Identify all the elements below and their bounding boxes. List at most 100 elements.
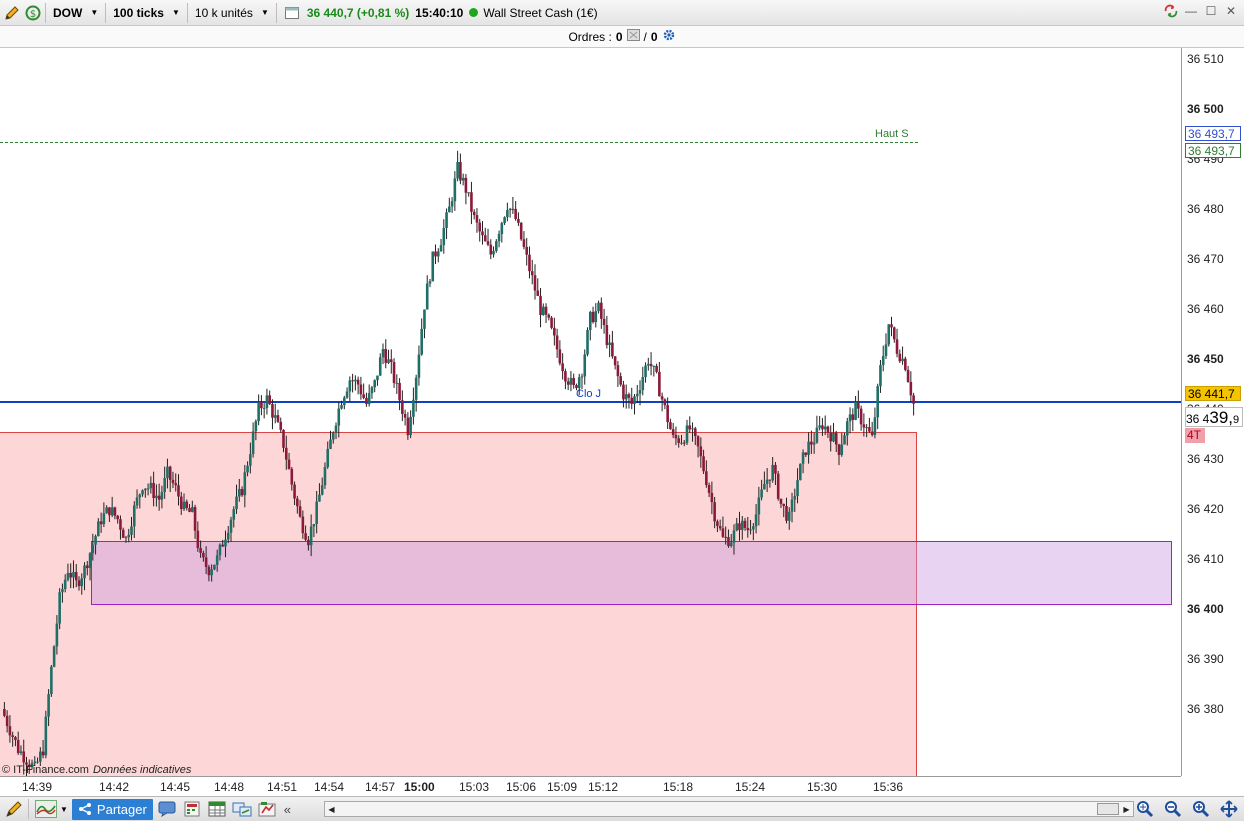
share-button[interactable]: Partager	[71, 798, 153, 820]
candle-up	[793, 496, 797, 500]
dollar-refresh-icon[interactable]: $	[24, 4, 42, 22]
candle-down	[221, 544, 225, 547]
price-axis-label: 36 420	[1187, 502, 1224, 516]
candle-down	[196, 530, 200, 549]
expand-icon[interactable]	[1218, 799, 1240, 819]
interval-dropdown[interactable]: 100 ticks ▼	[109, 3, 184, 23]
units-dropdown[interactable]: 10 k unités ▼	[191, 3, 273, 23]
candle-up	[431, 251, 435, 282]
candle-down	[525, 246, 529, 255]
candle-up	[840, 444, 844, 455]
candle-down	[74, 571, 78, 581]
candle-down	[669, 422, 672, 430]
price-chart[interactable]: Haut S Clo J © IT-Finance.com Données ind…	[0, 48, 1181, 776]
candle-up	[50, 666, 53, 695]
candle-up	[141, 490, 144, 495]
candle-up	[873, 417, 877, 435]
candle-down	[279, 421, 283, 430]
candle-up	[647, 363, 650, 366]
window-icon[interactable]	[283, 4, 301, 22]
chat-icon[interactable]	[156, 799, 178, 819]
table-grid-icon[interactable]	[206, 799, 228, 819]
candle-down	[41, 751, 45, 756]
sync-arrows-icon[interactable]	[1164, 4, 1178, 18]
candle-down	[389, 359, 393, 363]
copyright-notice: © IT-Finance.com Données indicatives	[2, 764, 191, 776]
candle-down	[359, 384, 363, 395]
candle-down	[539, 295, 542, 316]
candle-up	[395, 382, 399, 384]
price-axis-label: 36 410	[1187, 552, 1224, 566]
candle-down	[384, 349, 388, 363]
time-scrollbar[interactable]: ◀ ▶	[324, 801, 1134, 817]
candle-up	[320, 485, 324, 495]
screens-icon[interactable]	[231, 799, 253, 819]
candle-down	[821, 425, 824, 430]
candle-down	[284, 447, 288, 460]
candle-up	[315, 501, 318, 524]
separator	[105, 2, 107, 23]
candle-up	[138, 494, 142, 498]
time-axis-label: 14:57	[365, 780, 396, 794]
candle-down	[14, 737, 17, 740]
chevron-down-icon[interactable]: ▼	[60, 805, 68, 814]
gear-icon[interactable]	[662, 28, 676, 45]
candle-up	[130, 526, 133, 535]
candle-down	[851, 414, 855, 420]
time-axis-label: 15:18	[663, 780, 694, 794]
candle-up	[495, 241, 498, 251]
price-axis-label: 36 380	[1187, 702, 1224, 716]
candle-down	[188, 508, 191, 512]
candle-down	[464, 177, 468, 193]
close-icon[interactable]: ✕	[1224, 4, 1238, 18]
market-open-status-icon	[469, 8, 479, 17]
bottom-toolbar: ▼ Partager « ◀ ▶	[0, 796, 1244, 821]
collapse-left-icon[interactable]: «	[284, 802, 291, 817]
orders-summary: Ordres : 0 / 0	[568, 28, 675, 45]
candle-up	[735, 523, 739, 531]
candle-down	[287, 459, 291, 469]
zoom-out-icon[interactable]	[1162, 799, 1184, 819]
candle-up	[163, 478, 166, 492]
calculator-icon[interactable]	[181, 799, 203, 819]
time-axis[interactable]: 14:39 14:42 14:45 14:48 14:51 14:54 14:57 15:00…	[0, 776, 1181, 796]
time-axis-label: 15:03	[459, 780, 490, 794]
candle-down	[475, 215, 479, 223]
candle-up	[754, 514, 758, 527]
zoom-fit-icon[interactable]	[1134, 799, 1156, 819]
candle-up	[348, 380, 352, 392]
price-axis-label: 36 390	[1187, 652, 1224, 666]
candle-down	[696, 436, 700, 447]
candle-up	[127, 534, 131, 538]
candle-up	[423, 309, 426, 329]
minimize-icon[interactable]: —	[1184, 4, 1198, 18]
scrollbar-thumb[interactable]	[1097, 803, 1119, 815]
candle-down	[774, 464, 777, 474]
maximize-icon[interactable]: ☐	[1204, 4, 1218, 18]
instrument-code-dropdown[interactable]: DOW ▼	[49, 3, 102, 23]
candle-down	[677, 438, 681, 443]
candle-down	[707, 484, 711, 493]
drawing-pencil-icon[interactable]	[3, 4, 21, 22]
scroll-right-icon[interactable]: ▶	[1120, 802, 1133, 816]
time-axis-label: 15:09	[547, 780, 578, 794]
zoom-in-icon[interactable]	[1190, 799, 1212, 819]
candle-up	[887, 324, 891, 345]
candle-up	[340, 405, 343, 409]
candle-down	[307, 539, 310, 546]
indicators-icon[interactable]	[35, 799, 57, 819]
drawing-tools-icon[interactable]	[3, 799, 25, 819]
candle-down	[699, 446, 703, 457]
price-axis[interactable]: 36 510 36 500 36 490 36 480 36 470 36 460 36 4…	[1181, 48, 1244, 776]
candle-down	[113, 507, 117, 516]
candle-up	[246, 465, 249, 473]
orders-list-icon[interactable]	[626, 29, 640, 44]
scroll-left-icon[interactable]: ◀	[325, 802, 338, 816]
candle-down	[564, 371, 567, 382]
candle-down	[724, 536, 727, 538]
candle-down	[826, 426, 830, 433]
interval-value: 100 ticks	[113, 5, 164, 20]
disclaimer-text: Données indicatives	[92, 764, 192, 776]
candle-down	[199, 548, 202, 553]
trading-ticket-icon[interactable]	[256, 799, 278, 819]
